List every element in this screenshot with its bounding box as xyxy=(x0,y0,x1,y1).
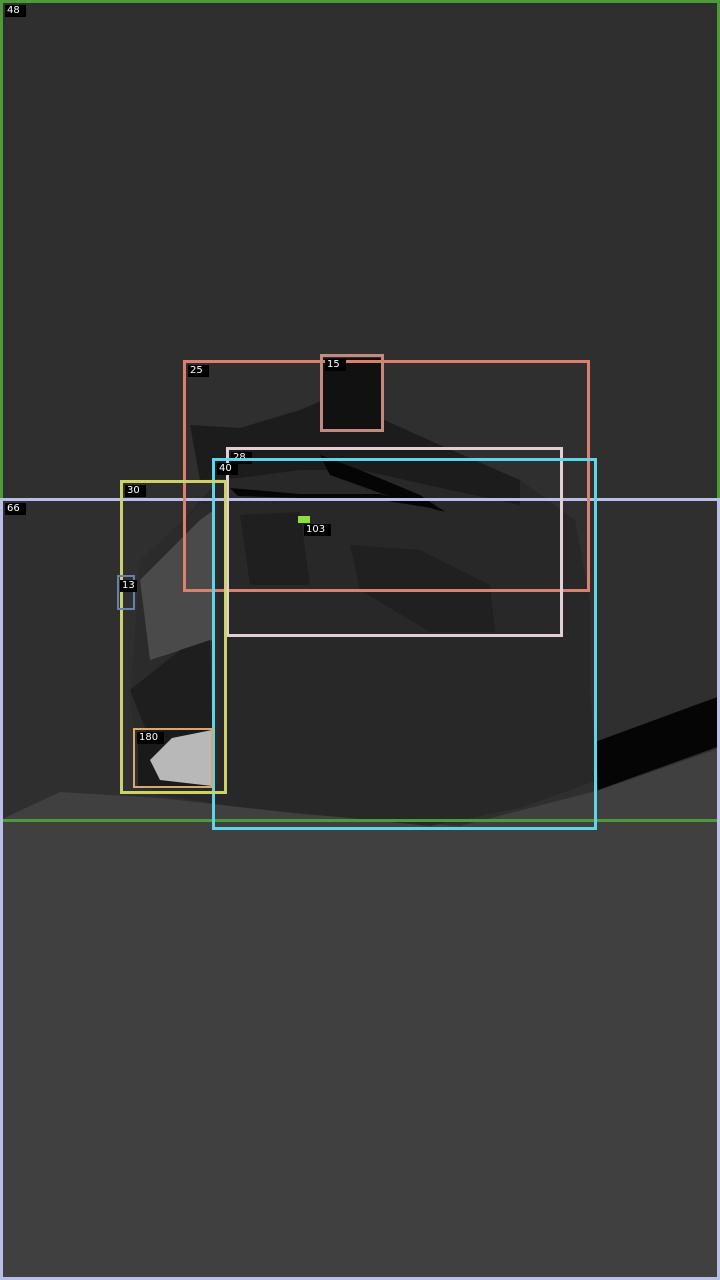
region-label: 13 xyxy=(120,580,137,592)
region-label: 30 xyxy=(125,485,146,497)
region-label: 15 xyxy=(325,359,346,371)
region-box-13[interactable]: 13 xyxy=(117,575,137,610)
region-label: 48 xyxy=(5,5,26,17)
region-box-40[interactable]: 40 xyxy=(212,458,597,830)
region-label: 180 xyxy=(137,732,165,744)
region-label: 40 xyxy=(217,463,238,475)
region-label: 66 xyxy=(5,503,26,515)
region-label: 25 xyxy=(188,365,209,377)
region-box-103[interactable]: 103 xyxy=(298,516,332,536)
region-box-15[interactable]: 15 xyxy=(320,354,384,432)
region-label: 103 xyxy=(304,524,332,536)
region-box-180[interactable]: 180 xyxy=(133,728,213,788)
